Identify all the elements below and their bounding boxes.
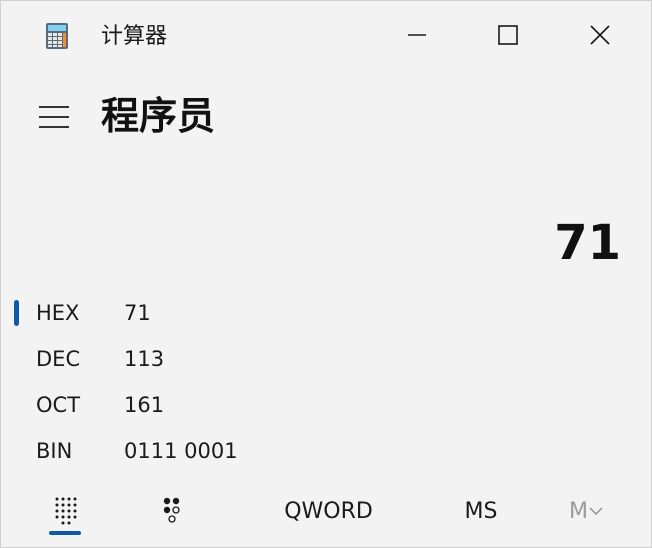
- radix-row-bin[interactable]: BIN 0111 0001: [1, 430, 651, 470]
- word-size-button[interactable]: QWORD: [271, 489, 386, 533]
- minimize-button[interactable]: [394, 15, 440, 55]
- radix-value: 161: [124, 393, 165, 417]
- chevron-down-icon: [589, 507, 603, 516]
- memory-list-label: M: [569, 498, 588, 524]
- memory-store-button[interactable]: MS: [451, 489, 511, 533]
- calculator-icon: [45, 22, 69, 50]
- close-icon: [590, 25, 610, 45]
- active-tab-indicator: [49, 531, 81, 535]
- mode-title: 程序员: [101, 94, 216, 138]
- radix-value: 0111 0001: [124, 439, 238, 463]
- maximize-icon: [498, 25, 518, 45]
- radix-row-oct[interactable]: OCT 161: [1, 384, 651, 424]
- bit-toggling-keypad-tab[interactable]: [149, 489, 195, 533]
- radix-row-hex[interactable]: HEX 71: [1, 292, 651, 332]
- hamburger-icon[interactable]: [39, 106, 69, 128]
- title-bar[interactable]: 计算器: [1, 1, 651, 71]
- maximize-button[interactable]: [485, 15, 531, 55]
- close-button[interactable]: [577, 15, 623, 55]
- radix-label: HEX: [36, 301, 80, 325]
- full-keypad-icon: [55, 497, 77, 525]
- bit-toggling-keypad-icon: [163, 497, 180, 523]
- radix-label: OCT: [36, 393, 81, 417]
- result-display: 71: [554, 215, 621, 271]
- radix-label: DEC: [36, 347, 81, 371]
- selection-indicator: [14, 300, 19, 326]
- minimize-icon: [408, 34, 426, 36]
- window-title: 计算器: [101, 24, 168, 49]
- full-keypad-tab[interactable]: [41, 489, 91, 533]
- memory-list-button[interactable]: M: [556, 489, 616, 533]
- calculator-window: 计算器 程序员 71 HEX 71 DEC 113 OCT 161 BIN 01…: [0, 0, 652, 548]
- radix-row-dec[interactable]: DEC 113: [1, 338, 651, 378]
- radix-value: 71: [124, 301, 151, 325]
- radix-value: 113: [124, 347, 165, 371]
- radix-label: BIN: [36, 439, 73, 463]
